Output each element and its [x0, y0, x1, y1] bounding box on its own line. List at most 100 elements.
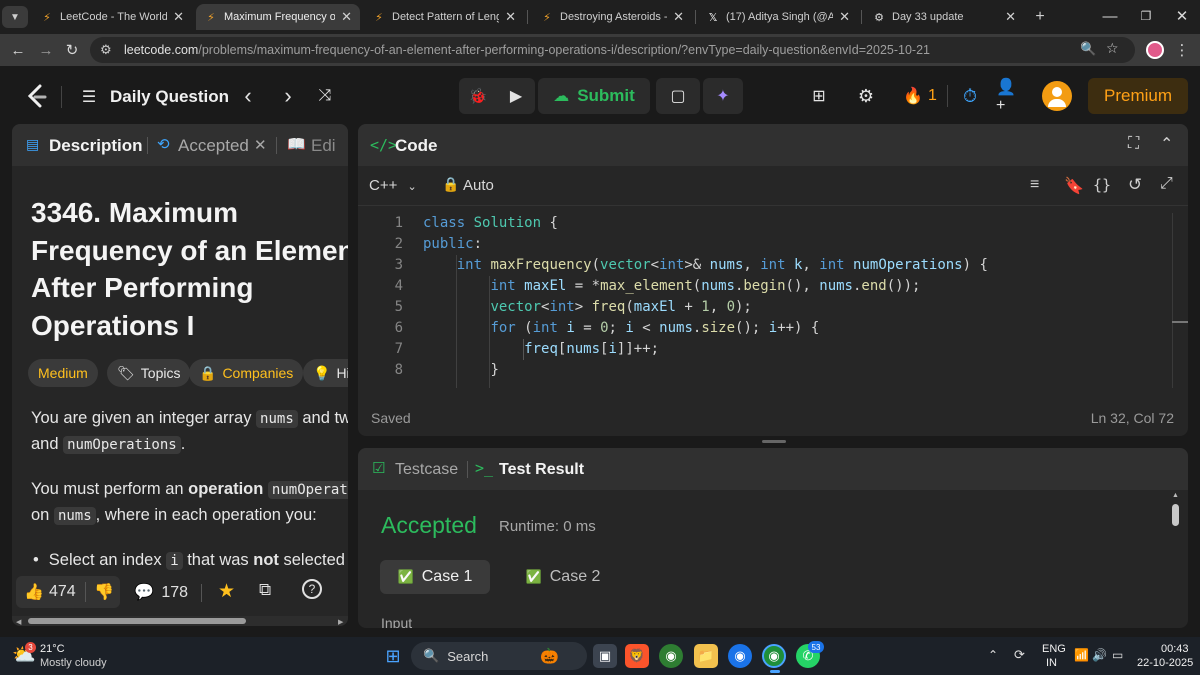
chrome-icon[interactable]: ◉	[659, 644, 683, 668]
browser-tab-detect-pattern[interactable]: ⚡ Detect Pattern of Length M ✕	[364, 4, 524, 30]
like-thumbs-up-icon[interactable]: 👍	[24, 582, 44, 602]
weather-description[interactable]: Mostly cloudy	[40, 657, 107, 669]
result-scrollbar[interactable]: ▲	[1171, 490, 1181, 628]
case-2-tab[interactable]: ✅ Case 2	[508, 560, 618, 594]
companies-tag[interactable]: 🔒 Companies	[189, 359, 304, 387]
leetcode-logo-icon[interactable]	[26, 84, 48, 110]
add-collaborator-icon[interactable]: 👤+	[996, 79, 1022, 114]
wifi-icon[interactable]: 📶	[1074, 648, 1089, 662]
tab-description[interactable]: Description	[49, 136, 143, 156]
browser-tab-leetcode-home[interactable]: ⚡ LeetCode - The World's Le ✕	[32, 4, 192, 30]
scrollbar-thumb[interactable]	[1172, 504, 1179, 526]
next-problem-icon[interactable]: ›	[278, 83, 298, 108]
windows-start-icon[interactable]: ⊞	[381, 644, 405, 668]
format-lines-icon[interactable]: ≡	[1030, 176, 1039, 194]
close-window-button[interactable]: ✕	[1172, 6, 1192, 26]
back-arrow-icon[interactable]: ←	[8, 40, 28, 60]
browser-tab-day33[interactable]: ⚙ Day 33 update ✕	[864, 4, 1024, 30]
file-explorer-icon[interactable]: 📁	[694, 644, 718, 668]
chrome-active-icon[interactable]: ◉	[762, 644, 786, 668]
bookmark-star-icon[interactable]: ☆	[1106, 40, 1119, 57]
close-icon[interactable]: ✕	[839, 9, 850, 25]
horizontal-scrollbar[interactable]: ◀ ▶	[12, 616, 348, 626]
language-selector[interactable]: C++ ⌄	[369, 177, 417, 194]
browser-tab-maximum-frequency[interactable]: ⚡ Maximum Frequency of an ✕	[196, 4, 360, 30]
scroll-left-icon[interactable]: ◀	[16, 618, 26, 626]
reset-undo-icon[interactable]: ↺	[1128, 175, 1142, 195]
panel-resize-handle[interactable]	[762, 440, 786, 443]
language-top[interactable]: ENG	[1042, 643, 1066, 655]
minimize-window-button[interactable]: —	[1100, 6, 1120, 26]
streak-counter[interactable]: 🔥 1	[900, 85, 940, 107]
scroll-right-icon[interactable]: ▶	[338, 618, 348, 626]
close-icon[interactable]: ✕	[673, 9, 684, 25]
browser-menu-icon[interactable]: ⋮	[1172, 40, 1192, 60]
bookmark-icon[interactable]: 🔖	[1064, 176, 1084, 196]
code-editor[interactable]: 1 2 3 4 5 6 7 8 class Solution { public:…	[358, 213, 1188, 388]
tray-overflow-chevron-icon[interactable]: ⌃	[988, 648, 998, 662]
close-icon[interactable]: ✕	[254, 136, 267, 154]
submit-button[interactable]: ☁ Submit	[538, 78, 650, 114]
favorite-star-icon[interactable]: ★	[218, 580, 235, 603]
auto-mode-label[interactable]: Auto	[463, 177, 494, 194]
zoom-icon[interactable]: 🔍	[1080, 41, 1096, 57]
premium-button[interactable]: Premium	[1088, 78, 1188, 114]
notes-button[interactable]: ▢	[656, 78, 700, 114]
clock-date[interactable]: 22-10-2025	[1137, 657, 1193, 669]
browser-tab-x-profile[interactable]: 𝕏 (17) Aditya Singh (@Aditya ✕	[698, 4, 858, 30]
tab-search-button[interactable]: ▼	[2, 6, 28, 28]
prev-problem-icon[interactable]: ‹	[238, 83, 258, 108]
close-icon[interactable]: ✕	[1005, 9, 1016, 25]
curly-braces-icon[interactable]: {}	[1093, 176, 1111, 194]
settings-gear-icon[interactable]: ⚙	[855, 85, 877, 107]
battery-icon[interactable]: ▭	[1112, 648, 1123, 662]
layout-grid-icon[interactable]: ⊞	[808, 85, 830, 107]
share-external-icon[interactable]: ⧉	[259, 580, 271, 600]
restore-window-button[interactable]: ❐	[1136, 6, 1156, 26]
tab-editorial[interactable]: Edi	[311, 136, 336, 156]
ai-assist-button[interactable]: ✦	[703, 78, 743, 114]
run-play-icon[interactable]: ▶	[505, 85, 527, 107]
collapse-chevron-up-icon[interactable]: ⌃	[1160, 134, 1173, 154]
forward-arrow-icon[interactable]: →	[36, 40, 56, 60]
language-bottom[interactable]: IN	[1046, 657, 1057, 669]
tab-test-result[interactable]: Test Result	[499, 461, 584, 479]
weather-temp[interactable]: 21°C	[40, 643, 65, 655]
task-view-icon[interactable]: ▣	[593, 644, 617, 668]
brave-browser-icon[interactable]: 🦁	[625, 644, 649, 668]
close-icon[interactable]: ✕	[173, 9, 184, 25]
tab-testcase[interactable]: Testcase	[395, 461, 458, 479]
fullscreen-icon[interactable]: ⛶	[1128, 135, 1139, 153]
reload-icon[interactable]: ↻	[62, 40, 82, 60]
editor-scrollbar-track[interactable]	[1172, 213, 1173, 388]
comments-button[interactable]: 💬 178	[134, 582, 188, 602]
daily-question-title[interactable]: Daily Question	[110, 87, 229, 107]
volume-icon[interactable]: 🔊	[1092, 648, 1107, 662]
new-tab-button[interactable]: +	[1028, 4, 1052, 30]
browser-tab-destroying-asteroids[interactable]: ⚡ Destroying Asteroids - Lee ✕	[532, 4, 692, 30]
problem-title[interactable]: 3346. Maximum Frequency of an Element Af…	[31, 194, 348, 344]
timer-stopwatch-icon[interactable]: ⏱	[958, 84, 982, 108]
address-bar[interactable]: ⚙ leetcode.com/problems/maximum-frequenc…	[90, 37, 1135, 63]
chrome-profile-icon[interactable]: ◉	[728, 644, 752, 668]
site-settings-icon[interactable]: ⚙	[100, 42, 112, 58]
tab-accepted[interactable]: Accepted	[178, 136, 249, 156]
expand-diagonal-icon[interactable]: ⤢	[1160, 175, 1173, 193]
close-icon[interactable]: ✕	[505, 9, 516, 25]
scrollbar-thumb[interactable]	[28, 618, 246, 624]
close-icon[interactable]: ✕	[341, 9, 352, 25]
debug-bug-icon[interactable]: 🐞	[467, 85, 489, 107]
problem-list-icon[interactable]: ☰	[78, 86, 100, 108]
taskbar-search-box[interactable]: 🔍 Search 🎃	[411, 642, 587, 670]
user-avatar[interactable]	[1042, 81, 1072, 111]
dislike-thumbs-down-icon[interactable]: 👎	[94, 582, 114, 602]
scroll-up-icon[interactable]: ▲	[1172, 492, 1179, 499]
help-question-icon[interactable]: ?	[302, 579, 322, 599]
case-1-tab[interactable]: ✅ Case 1	[380, 560, 490, 594]
sync-icon[interactable]: ⟳	[1014, 647, 1025, 663]
clock-time[interactable]: 00:43	[1161, 643, 1189, 655]
profile-avatar-icon[interactable]	[1146, 41, 1164, 59]
hint-tag[interactable]: 💡 Hi	[303, 359, 348, 387]
shuffle-icon[interactable]: ⤨	[314, 85, 336, 107]
topics-tag[interactable]: 🏷 Topics	[107, 359, 191, 387]
